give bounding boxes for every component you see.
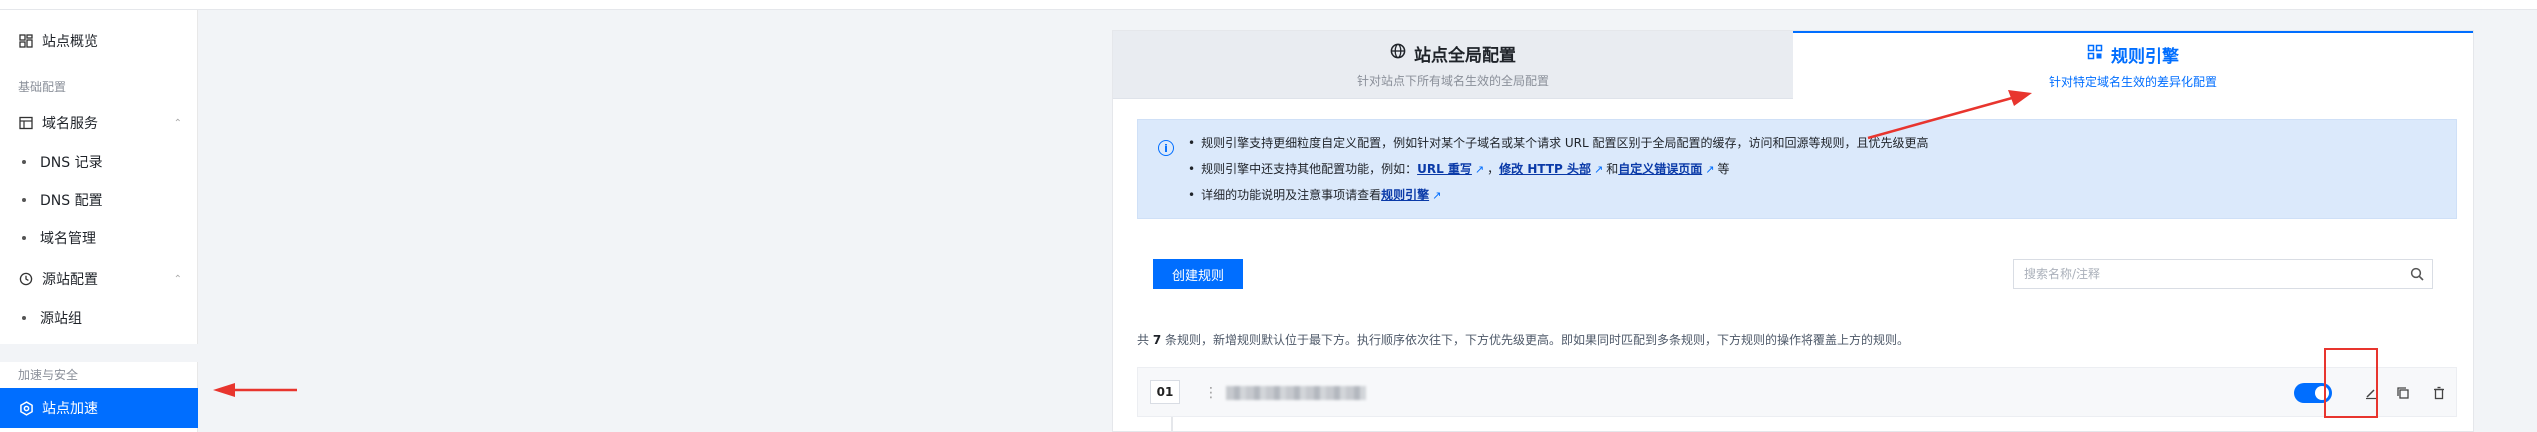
sidebar-item-label: 源站配置 — [42, 272, 98, 288]
sidebar-item-label: 域名服务 — [42, 116, 98, 132]
history-icon — [18, 271, 34, 287]
grid-icon — [2087, 44, 2103, 65]
info-line-2: • 规则引擎中还支持其他配置功能，例如：URL 重写 ↗ ，修改 HTTP 头部 ↗ 和自… — [1188, 162, 1730, 176]
sidebar-item-domain-service[interactable]: 域名服务 ⌃ — [0, 106, 198, 140]
tab-subtitle: 针对特定域名生效的差异化配置 — [2048, 75, 2217, 89]
tab-title: 站点全局配置 — [1414, 45, 1516, 66]
annotation-arrow-left — [213, 383, 297, 397]
link-url-rewrite[interactable]: URL 重写 — [1417, 162, 1472, 176]
bullet-icon — [22, 316, 26, 320]
external-link-icon: ↗ — [1705, 163, 1715, 176]
info-line-3: • 详细的功能说明及注意事项请查看规则引擎 ↗ — [1188, 188, 1442, 202]
rule-search — [2013, 259, 2433, 289]
sidebar-item-label: 站点概览 — [42, 34, 98, 50]
tab-global-config[interactable]: 站点全局配置 针对站点下所有域名生效的全局配置 — [1113, 31, 1793, 99]
sidebar-item-dns-record[interactable]: DNS 记录 — [0, 146, 198, 178]
sidebar-item-label: 源站组 — [40, 311, 82, 327]
settings-icon — [18, 400, 34, 416]
sidebar-item-label: 站点加速 — [42, 401, 98, 417]
sidebar-item-domain-manage[interactable]: 域名管理 — [0, 222, 198, 254]
link-rule-engine-docs[interactable]: 规则引擎 — [1381, 188, 1429, 202]
sidebar-item-origin-group[interactable]: 源站组 — [0, 302, 198, 334]
external-link-icon: ↗ — [1432, 189, 1442, 202]
sidebar-item-site-accel[interactable]: 站点加速 — [0, 388, 198, 428]
bullet-icon — [22, 198, 26, 202]
sidebar-item-label: DNS 记录 — [40, 155, 103, 171]
sidebar-item-overview[interactable]: 站点概览 — [0, 24, 198, 58]
group-label-basic: 基础配置 — [18, 80, 67, 94]
rule-count: 7 — [1152, 333, 1162, 347]
rule-index: 01 — [1150, 380, 1180, 404]
main-panel: 站点全局配置 针对站点下所有域名生效的全局配置 规则引擎 针对特定域名生效的差异… — [1112, 30, 2474, 432]
tab-rule-engine[interactable]: 规则引擎 针对特定域名生效的差异化配置 — [1793, 31, 2473, 99]
info-line-1: • 规则引擎支持更细粒度自定义配置，例如针对某个子域名或某个请求 URL 配置区别… — [1188, 136, 1929, 150]
search-icon[interactable] — [2402, 267, 2432, 281]
globe-icon — [1390, 43, 1406, 64]
rule-count-note: 共 7 条规则，新增规则默认位于最下方。执行顺序依次往下，下方优先级更高。即如果… — [1137, 333, 1910, 347]
drag-handle-icon[interactable]: ⋮ — [1204, 385, 1218, 401]
external-link-icon: ↗ — [1593, 163, 1604, 176]
link-modify-http-header[interactable]: 修改 HTTP 头部 — [1499, 162, 1591, 176]
sidebar-item-origin-config[interactable]: 源站配置 ⌃ — [0, 262, 198, 296]
chevron-up-icon[interactable]: ⌃ — [174, 274, 182, 285]
tab-subtitle: 针对站点下所有域名生效的全局配置 — [1356, 73, 1549, 88]
copy-icon[interactable] — [2392, 382, 2414, 404]
rule-name-redacted — [1226, 386, 1366, 400]
server-icon — [18, 115, 34, 131]
delete-icon[interactable] — [2428, 382, 2450, 404]
external-link-icon: ↗ — [1474, 163, 1485, 176]
sidebar-item-dns-config[interactable]: DNS 配置 — [0, 184, 198, 216]
rule-row[interactable]: 01 ⋮ — [1137, 348, 2457, 418]
group-label-security: 加速与安全 — [18, 368, 79, 382]
sidebar: 站点概览 基础配置 域名服务 ⌃ DNS 记录 DNS 配置 域名管理 源站配置… — [0, 10, 198, 432]
info-icon: i — [1158, 140, 1174, 156]
rule-tree-line — [1171, 417, 1173, 432]
info-notice: i • 规则引擎支持更细粒度自定义配置，例如针对某个子域名或某个请求 URL 配置… — [1137, 119, 2457, 219]
bullet-icon — [22, 236, 26, 240]
link-custom-error-page[interactable]: 自定义错误页面 — [1618, 162, 1702, 176]
sidebar-item-label: DNS 配置 — [40, 193, 103, 209]
bullet-icon — [22, 160, 26, 164]
dashboard-icon — [18, 33, 34, 49]
top-strip — [0, 0, 2537, 10]
annotation-highlight-box — [2324, 348, 2378, 418]
chevron-up-icon[interactable]: ⌃ — [174, 118, 182, 129]
config-tabs: 站点全局配置 针对站点下所有域名生效的全局配置 规则引擎 针对特定域名生效的差异… — [1113, 31, 2473, 99]
sidebar-item-label: 域名管理 — [40, 231, 96, 247]
tab-title: 规则引擎 — [2111, 47, 2179, 67]
search-input[interactable] — [2024, 267, 2402, 281]
sidebar-divider — [0, 344, 198, 362]
create-rule-button[interactable]: 创建规则 — [1153, 259, 1243, 289]
